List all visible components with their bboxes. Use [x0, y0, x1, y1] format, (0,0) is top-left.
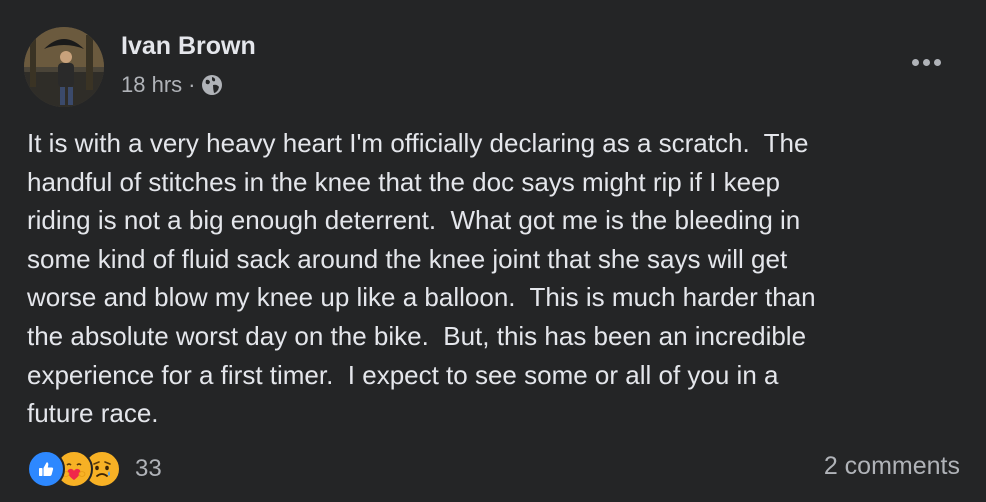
like-reaction-icon	[27, 450, 65, 488]
post-card: Ivan Brown 18 hrs · It is with a very he…	[0, 0, 986, 502]
comments-link[interactable]: 2 comments	[824, 452, 960, 481]
globe-icon[interactable]	[201, 74, 223, 96]
reaction-count[interactable]: 33	[135, 455, 162, 483]
avatar-photo	[24, 27, 104, 107]
post-text: It is with a very heavy heart I'm offici…	[27, 128, 816, 429]
author-name[interactable]: Ivan Brown	[121, 30, 256, 62]
reactions-summary[interactable]: 33	[27, 449, 162, 489]
post-meta: 18 hrs ·	[121, 70, 223, 100]
post-timestamp[interactable]: 18 hrs	[121, 72, 182, 98]
avatar[interactable]	[24, 27, 104, 107]
more-options-icon[interactable]	[906, 50, 946, 74]
meta-separator: ·	[188, 72, 196, 97]
